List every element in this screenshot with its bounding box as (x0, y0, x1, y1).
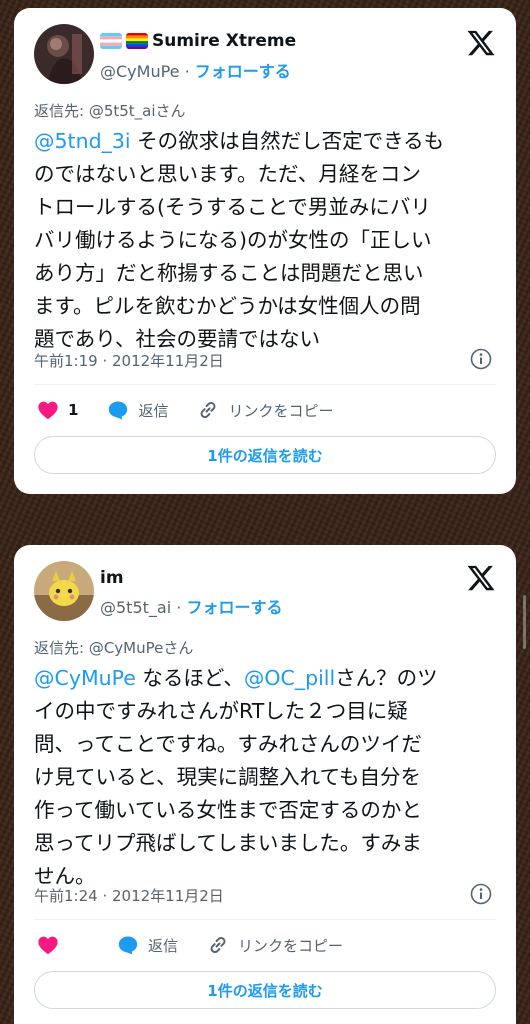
display-name-row: im (100, 568, 124, 588)
follow-button[interactable]: フォローする (186, 598, 282, 617)
read-replies-button[interactable]: 1件の返信を読む (34, 436, 496, 474)
timestamp[interactable]: 午前1:24 · 2012年11月2日 (34, 885, 224, 906)
reply-to[interactable]: 返信先: @5t5t_aiさん (34, 100, 186, 121)
rainbow-flag-icon (126, 33, 148, 49)
copy-link-label: リンクをコピー (228, 401, 334, 420)
follow-button[interactable]: フォローする (195, 62, 291, 81)
reply-label: 返信 (148, 936, 179, 955)
copy-link-label: リンクをコピー (238, 936, 344, 955)
action-bar: 1 返信 リンクをコピー (36, 396, 496, 424)
text-line: @5tnd_3i その欲求は自然だし否定できるも (34, 129, 445, 153)
display-name-row: Sumire Xtreme (100, 31, 296, 51)
scrollbar[interactable] (523, 595, 526, 649)
tweet-card: Sumire Xtreme @CyMuPe · フォローする 返信先: @5t5… (14, 8, 516, 494)
handle-row: @5t5t_ai · フォローする (100, 594, 282, 618)
info-icon[interactable] (470, 348, 492, 370)
mention-link[interactable]: @5tnd_3i (34, 129, 131, 153)
tweet-card: im @5t5t_ai · フォローする 返信先: @CyMuPeさん @CyM… (14, 545, 516, 1024)
text-line: け見ていると、現実に調整入れても自分を (34, 765, 422, 789)
display-name[interactable]: Sumire Xtreme (152, 31, 296, 51)
x-logo-icon[interactable] (466, 28, 496, 58)
handle[interactable]: @5t5t_ai (100, 598, 171, 617)
action-bar: 返信 リンクをコピー (36, 931, 496, 959)
handle[interactable]: @CyMuPe (100, 62, 180, 81)
text-line: 作って働いている女性まで否定するのかと (34, 798, 422, 822)
like-count: 1 (68, 401, 79, 419)
text-line: トロールする(そうすることで男並みにバリ (34, 195, 431, 219)
text-line: あり方」だと称揚することは問題だと思い (34, 261, 424, 285)
text-line: イの中ですみれさんがRTした２つ目に疑 (34, 699, 408, 723)
reply-button[interactable]: 返信 (106, 398, 168, 422)
separator: · (184, 62, 190, 81)
avatar[interactable] (34, 561, 94, 621)
link-icon (201, 401, 216, 419)
text-line: ます。ピルを飲むかどうかは女性個人の問 (34, 294, 421, 318)
info-icon[interactable] (470, 883, 492, 905)
reply-button[interactable]: 返信 (116, 933, 178, 957)
mention-link[interactable]: @OC_pill (244, 666, 335, 690)
x-logo-icon[interactable] (466, 563, 496, 593)
mention-link[interactable]: @CyMuPe (34, 666, 136, 690)
avatar[interactable] (34, 24, 94, 84)
timestamp[interactable]: 午前1:19 · 2012年11月2日 (34, 350, 224, 371)
text-line: 問、ってことですね。すみれさんのツイだ (34, 732, 422, 756)
display-name[interactable]: im (100, 568, 124, 588)
text-line: のではないと思います。ただ、月経をコン (34, 162, 421, 186)
reply-to[interactable]: 返信先: @CyMuPeさん (34, 637, 193, 658)
copy-link-button[interactable]: リンクをコピー (206, 933, 343, 957)
read-replies-button[interactable]: 1件の返信を読む (34, 971, 496, 1009)
heart-icon (38, 936, 58, 955)
text-line: @CyMuPe なるほど、@OC_pillさん？のツ (34, 666, 438, 690)
like-button[interactable] (36, 933, 60, 957)
copy-link-button[interactable]: リンクをコピー (196, 398, 333, 422)
reply-bubble-icon (109, 401, 128, 420)
tweet-text: @5tnd_3i その欲求は自然だし否定できるも のではないと思います。ただ、月… (34, 125, 504, 356)
text-line: バリ働けるようになる)のが女性の「正しい (34, 228, 432, 252)
trans-flag-icon (100, 33, 122, 49)
separator: · (176, 598, 182, 617)
reply-bubble-icon (118, 936, 138, 955)
divider (34, 384, 496, 385)
heart-icon (38, 401, 58, 420)
divider (34, 919, 496, 920)
reply-label: 返信 (138, 401, 169, 420)
text-line: 思ってリプ飛ばしてしまいました。すみま (34, 831, 422, 855)
like-button[interactable]: 1 (36, 398, 78, 422)
handle-row: @CyMuPe · フォローする (100, 58, 291, 82)
tweet-text: @CyMuPe なるほど、@OC_pillさん？のツ イの中ですみれさんがRTし… (34, 662, 504, 893)
link-icon (210, 936, 226, 954)
